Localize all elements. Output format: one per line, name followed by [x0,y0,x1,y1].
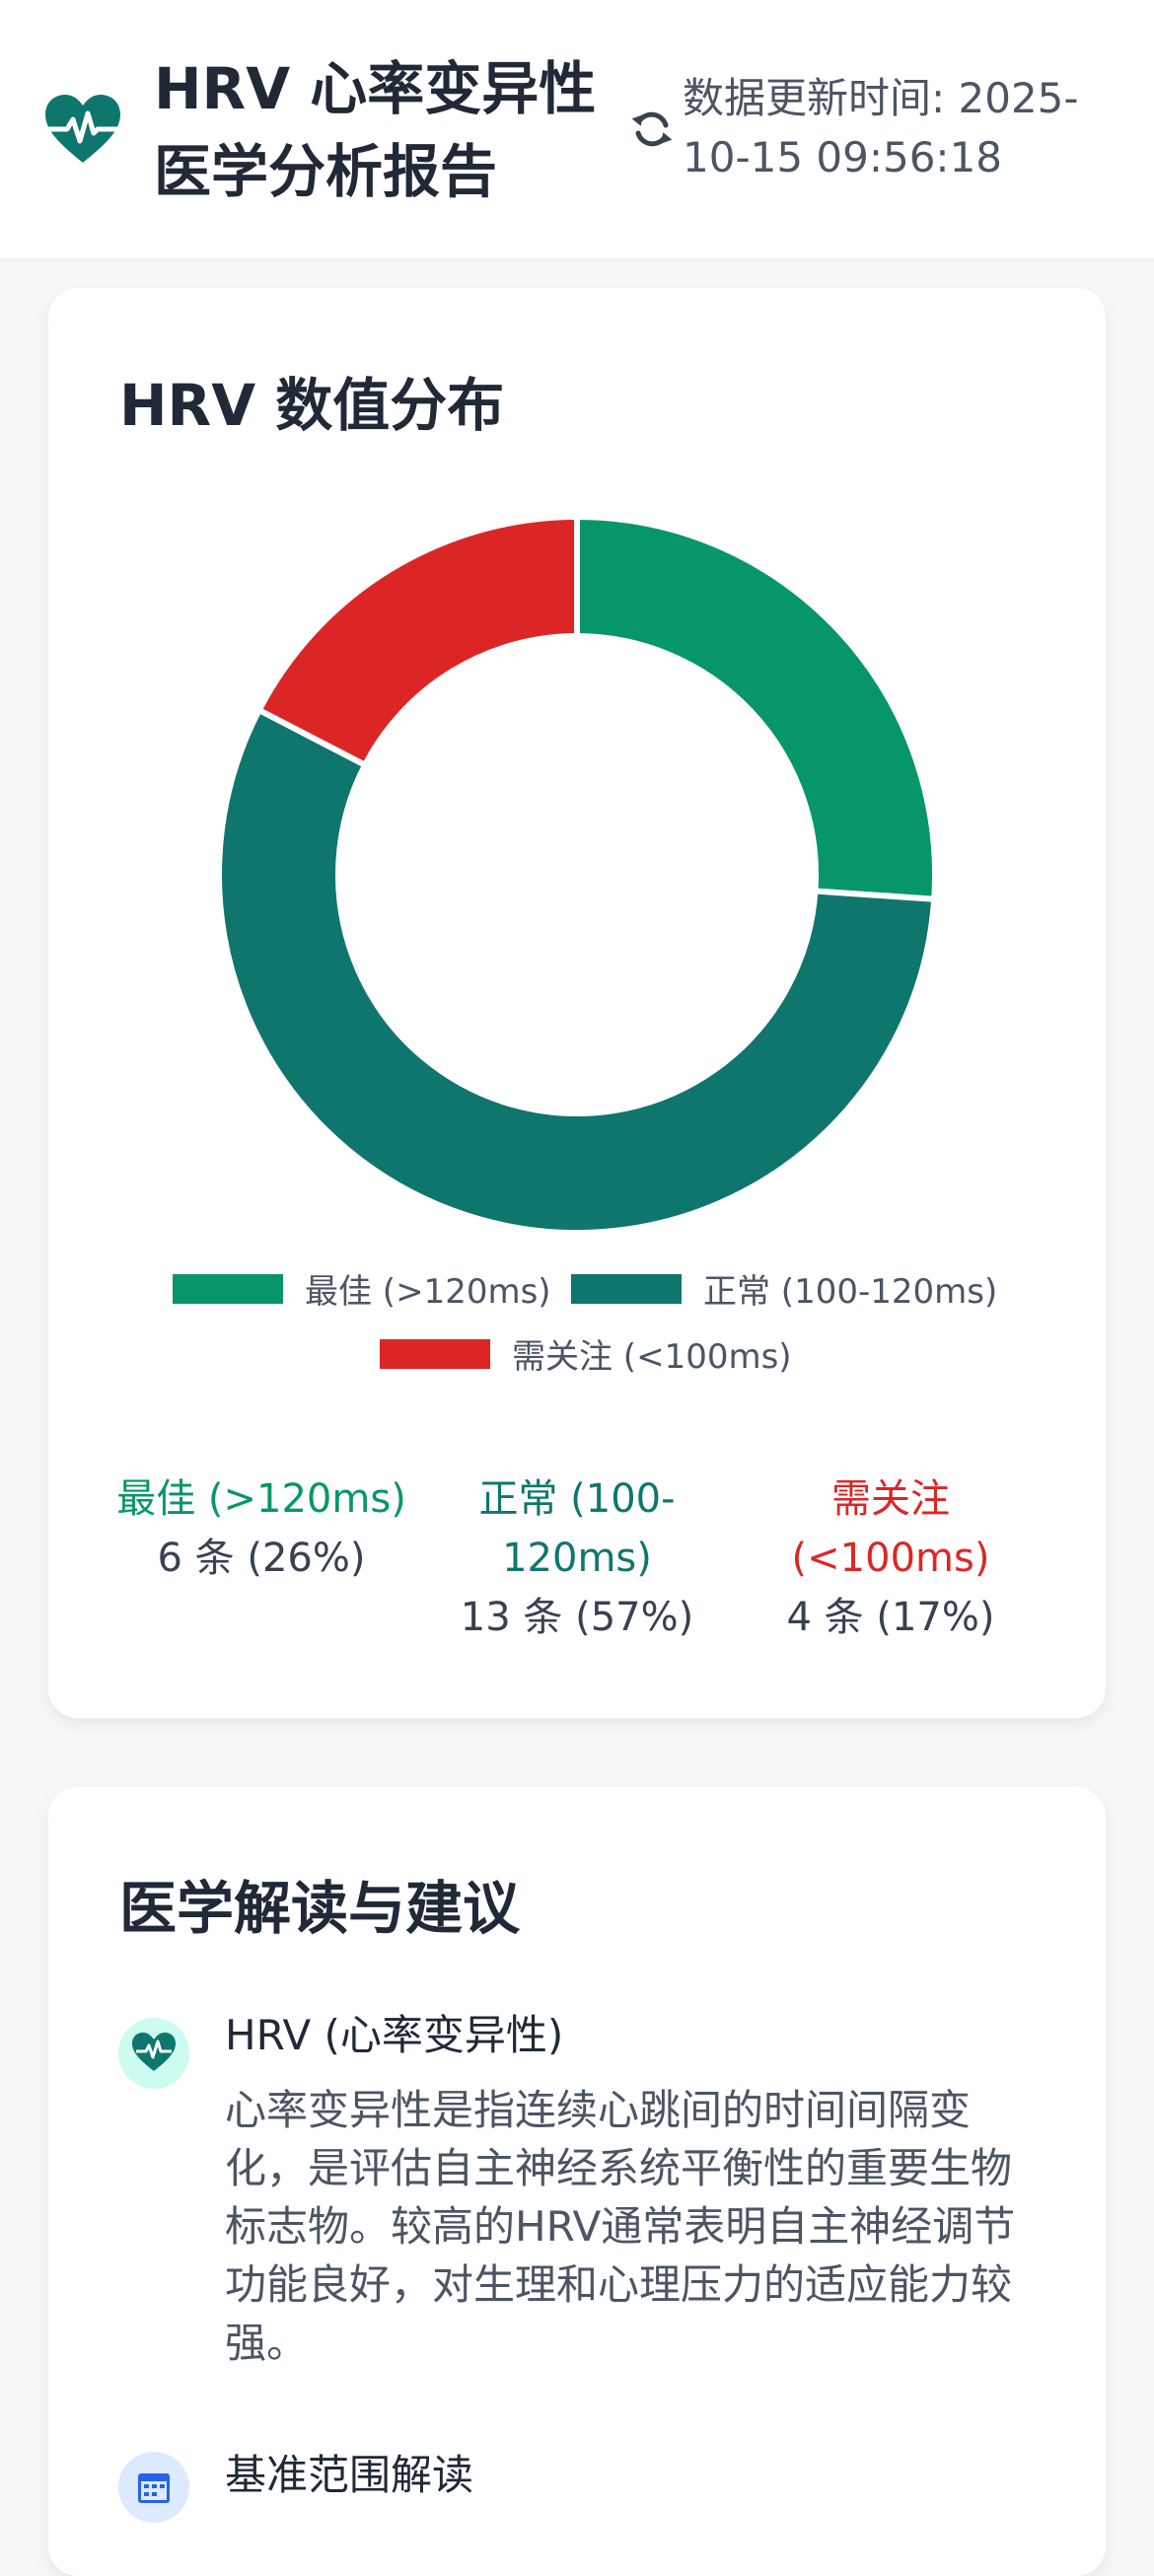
stat-3: 需关注 (<100ms) 4 条 (17%) [728,1469,1053,1647]
donut-slice-3[interactable] [254,513,580,769]
advice-item-1-body: 心率变异性是指连续心跳间的时间间隔变化，是评估自主神经系统平衡性的重要生物标志物… [225,2086,1016,2367]
heart-pulse-icon [45,95,120,163]
heart-pulse-icon [132,2033,176,2071]
stat-category-label: 需关注 (<100ms) [791,1476,990,1581]
advice-item-1-title: HRV (心率变异性) [225,2011,564,2059]
stat-count: 13 条 (57%) [460,1595,694,1640]
legend-swatch-1[interactable] [173,1274,283,1304]
stat-category-label: 最佳 (>120ms) [116,1476,406,1522]
advice-item-2-badge [118,2452,189,2523]
legend-label-2[interactable]: 正常 (100-120ms) [703,1264,997,1313]
advice-item-2-title: 基准范围解读 [225,2451,474,2499]
update-timestamp: 数据更新时间: 2025-10-15 09:56:18 [683,74,1079,181]
medical-advice-card: 医学解读与建议 HRV (心率变异性) 心率变异性是指连续心跳间的时间间隔变化，… [48,1787,1106,2576]
stat-count: 4 条 (17%) [786,1595,995,1640]
legend-swatch-3[interactable] [380,1339,490,1369]
refresh-icon[interactable] [631,108,673,150]
advice-item-1-badge [118,2018,189,2089]
legend-swatch-2[interactable] [571,1274,682,1304]
stat-count: 6 条 (26%) [157,1536,366,1581]
stat-2: 正常 (100-120ms) 13 条 (57%) [414,1469,740,1647]
advice-title: 医学解读与建议 [119,1875,521,1942]
legend-label-3[interactable]: 需关注 (<100ms) [512,1329,792,1378]
hrv-distribution-card: HRV 数值分布 最佳 (>120ms) 正常 (100-120ms) 需关注 (<… [48,288,1106,1718]
stat-category-label: 正常 (100-120ms) [478,1476,676,1581]
app-header: HRV 心率变异性医学分析报告 数据更新时间: 2025-10-15 09:56… [0,0,1154,258]
page-title: HRV 心率变异性医学分析报告 [154,55,597,205]
donut-slice-1[interactable] [574,513,938,902]
calendar-icon [138,2473,170,2503]
legend-label-1[interactable]: 最佳 (>120ms) [305,1264,551,1313]
stat-1: 最佳 (>120ms) 6 条 (26%) [99,1469,424,1588]
